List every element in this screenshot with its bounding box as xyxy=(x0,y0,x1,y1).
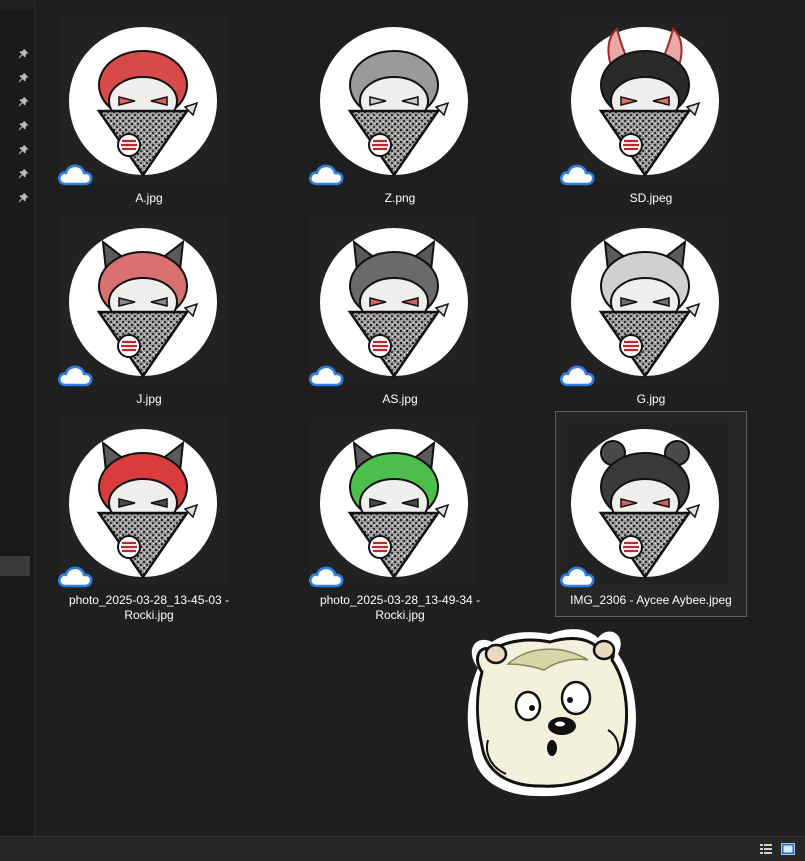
pin-icon[interactable] xyxy=(17,47,29,59)
navigation-pane xyxy=(0,0,35,836)
file-thumbnail[interactable] xyxy=(561,216,729,384)
cloud-icon xyxy=(307,564,345,590)
cloud-icon xyxy=(558,162,596,188)
file-thumbnail[interactable] xyxy=(59,216,227,384)
pin-icon[interactable] xyxy=(17,143,29,155)
pin-icon[interactable] xyxy=(17,71,29,83)
file-thumbnail[interactable] xyxy=(310,15,478,183)
cloud-icon xyxy=(558,363,596,389)
pin-icon[interactable] xyxy=(17,191,29,203)
cloud-icon xyxy=(56,162,94,188)
cloud-icon xyxy=(56,564,94,590)
polar-bear-sticker xyxy=(467,629,636,797)
cloud-icon xyxy=(307,363,345,389)
cloud-icon xyxy=(558,564,596,590)
file-grid: A.jpg Z.png SD.jpeg J.jpg AS.jpg G.jpg p… xyxy=(35,0,805,836)
nav-top-strip xyxy=(0,0,34,10)
file-thumbnail[interactable] xyxy=(59,15,227,183)
file-name[interactable]: IMG_2306 - Aycee Aybee.jpeg xyxy=(551,593,751,608)
file-name[interactable]: A.jpg xyxy=(49,191,249,206)
pin-icon[interactable] xyxy=(17,119,29,131)
file-thumbnail[interactable] xyxy=(59,417,227,585)
file-name[interactable]: G.jpg xyxy=(551,392,751,407)
file-name[interactable]: J.jpg xyxy=(49,392,249,407)
file-name[interactable]: Z.png xyxy=(300,191,500,206)
file-thumbnail[interactable] xyxy=(310,417,478,585)
details-view-icon xyxy=(760,844,772,854)
file-name[interactable]: SD.jpeg xyxy=(551,191,751,206)
nav-selected-item[interactable] xyxy=(0,556,30,576)
cloud-icon xyxy=(56,363,94,389)
file-name[interactable]: AS.jpg xyxy=(300,392,500,407)
thumbnail-view-button[interactable] xyxy=(781,842,795,856)
details-view-button[interactable] xyxy=(759,842,773,856)
file-name[interactable]: photo_2025-03-28_13-45-03 - Rocki.jpg xyxy=(49,593,249,623)
thumbnail-view-icon xyxy=(781,843,795,855)
file-thumbnail[interactable] xyxy=(561,417,729,585)
pin-icon[interactable] xyxy=(17,167,29,179)
file-thumbnail[interactable] xyxy=(310,216,478,384)
file-name[interactable]: photo_2025-03-28_13-49-34 - Rocki.jpg xyxy=(300,593,500,623)
pin-icon[interactable] xyxy=(17,95,29,107)
status-bar xyxy=(0,836,805,861)
cloud-icon xyxy=(307,162,345,188)
file-thumbnail[interactable] xyxy=(561,15,729,183)
